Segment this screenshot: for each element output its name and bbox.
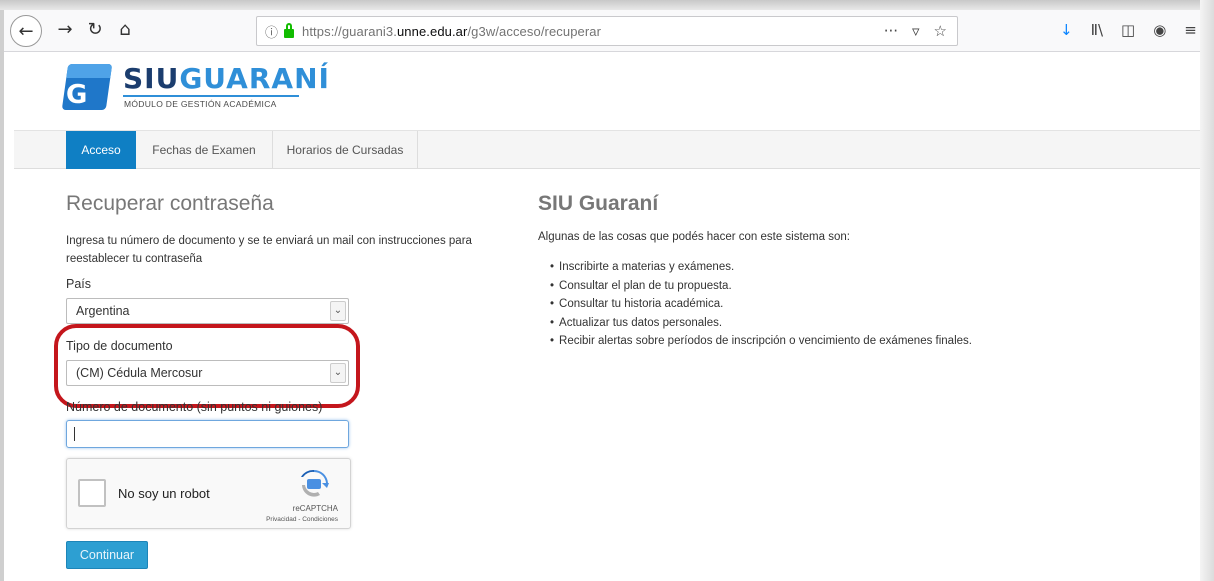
browser-toolbar: ← → ↻ ⌂ ⓘ https://guarani3.unne.edu.ar/g… (4, 10, 1200, 52)
pais-select[interactable]: Argentina ⌄ (66, 298, 349, 324)
url-path: /g3w/acceso/recuperar (467, 23, 602, 39)
reload-icon[interactable]: ↻ (80, 14, 110, 44)
chevron-down-icon: ⌄ (330, 363, 346, 383)
logo-siu: SIU (123, 62, 180, 95)
logo-title[interactable]: SIUGUARANÍ (123, 62, 330, 95)
recaptcha-checkbox[interactable] (78, 479, 106, 507)
text-caret (74, 427, 75, 441)
bookmark-star-icon[interactable]: ☆ (934, 22, 947, 40)
info-title: SIU Guaraní (538, 192, 659, 215)
site-header: G SIUGUARANÍ MÓDULO DE GESTIÓN ACADÉMICA (14, 52, 1200, 130)
info-intro: Algunas de las cosas que podés hacer con… (538, 231, 850, 243)
screenshot-right-shadow (1200, 0, 1214, 581)
account-icon[interactable]: ◉ (1153, 21, 1166, 39)
list-item: Recibir alertas sobre períodos de inscri… (550, 332, 972, 351)
page-actions-icon[interactable]: ··· (884, 22, 898, 40)
logo-letter: G (66, 80, 88, 110)
back-arrow-icon[interactable]: ← (10, 15, 42, 47)
list-item: Actualizar tus datos personales. (550, 314, 972, 333)
lock-icon (284, 22, 295, 38)
nav-tab-acceso[interactable]: Acceso (66, 131, 136, 169)
menu-icon[interactable]: ≡ (1184, 21, 1197, 39)
tipo-documento-value: (CM) Cédula Mercosur (76, 366, 203, 380)
pais-label: País (66, 277, 92, 291)
recaptcha-brand: reCAPTCHA (292, 504, 338, 513)
list-item: Consultar el plan de tu propuesta. (550, 277, 972, 296)
pocket-icon[interactable]: ▿ (912, 22, 920, 40)
url-actions: ··· ▿ ☆ (884, 22, 947, 40)
sidebar-icon[interactable]: ◫ (1121, 21, 1135, 39)
list-item: Inscribirte a materias y exámenes. (550, 258, 972, 277)
url-text[interactable]: https://guarani3.unne.edu.ar/g3w/acceso/… (302, 24, 601, 39)
url-domain: unne.edu.ar (396, 23, 468, 39)
numero-documento-input[interactable] (66, 420, 349, 448)
tipo-documento-select[interactable]: (CM) Cédula Mercosur ⌄ (66, 360, 349, 386)
recaptcha-label: No soy un robot (118, 486, 210, 501)
logo-subtitle: MÓDULO DE GESTIÓN ACADÉMICA (124, 99, 277, 109)
page-title: Recuperar contraseña (66, 192, 274, 215)
toolbar-right-icons: ↓ Ⅱ\ ◫ ◉ ≡ (1060, 21, 1197, 39)
logo-underline (123, 95, 299, 97)
library-icon[interactable]: Ⅱ\ (1091, 21, 1103, 39)
nav-tab-fechas-examen[interactable]: Fechas de Examen (136, 131, 273, 169)
chevron-down-icon: ⌄ (330, 301, 346, 321)
recaptcha-logo-icon (301, 469, 329, 497)
logo-guarani: GUARANÍ (179, 62, 330, 95)
screenshot-top-shadow (0, 0, 1214, 10)
url-bar[interactable]: ⓘ https://guarani3.unne.edu.ar/g3w/acces… (256, 16, 958, 46)
form-intro: Ingresa tu número de documento y se te e… (66, 235, 472, 265)
list-item: Consultar tu historia académica. (550, 295, 972, 314)
url-prefix: https://guarani3. (302, 23, 397, 39)
download-icon[interactable]: ↓ (1060, 21, 1073, 39)
nav-tab-horarios-cursadas[interactable]: Horarios de Cursadas (273, 131, 418, 169)
tipo-documento-label: Tipo de documento (66, 339, 173, 353)
recaptcha-links[interactable]: Privacidad - Condiciones (266, 516, 338, 523)
feature-list: Inscribirte a materias y exámenes. Consu… (550, 258, 972, 351)
pais-value: Argentina (76, 304, 130, 318)
main-nav: Acceso Fechas de Examen Horarios de Curs… (14, 130, 1200, 169)
forward-arrow-icon[interactable]: → (50, 14, 80, 44)
recaptcha-widget: No soy un robot reCAPTCHA Privacidad - C… (66, 458, 351, 529)
screenshot-left-edge (0, 10, 4, 581)
numero-documento-label: Número de documento (sin puntos ni guion… (66, 400, 323, 414)
home-icon[interactable]: ⌂ (110, 14, 140, 44)
site-info-icon[interactable]: ⓘ (265, 22, 278, 41)
continuar-button[interactable]: Continuar (66, 541, 148, 569)
